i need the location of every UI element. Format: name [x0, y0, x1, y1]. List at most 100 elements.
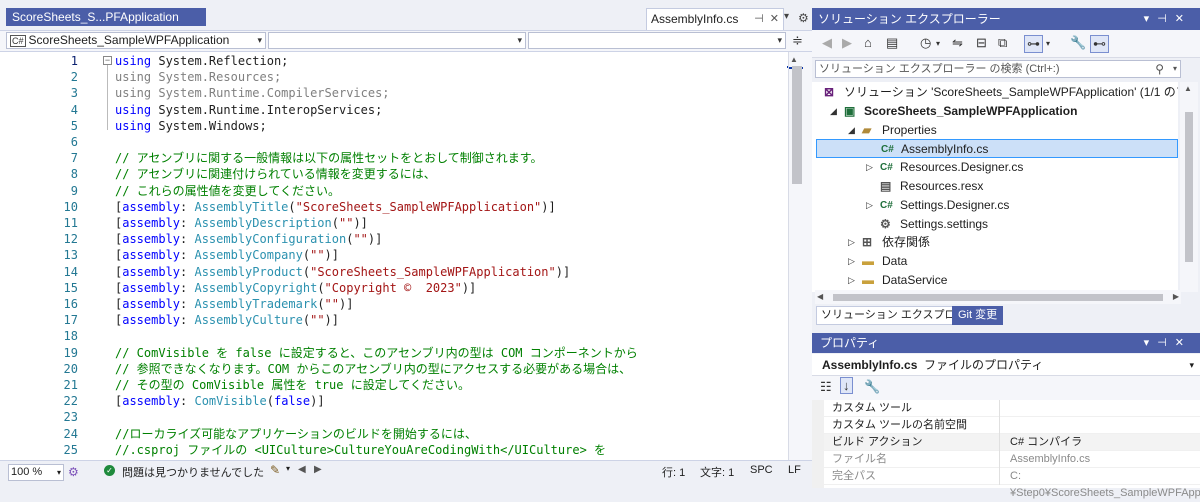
code-line[interactable]: 12 [assembly: AssemblyConfiguration("")]: [0, 231, 788, 247]
forward-icon[interactable]: ▶: [842, 35, 852, 51]
collapsed-arrow-icon[interactable]: ▷: [866, 158, 873, 177]
close-icon[interactable]: ✕: [770, 13, 779, 25]
code-line[interactable]: 20 // 参照できなくなります。COM からこのアセンブリ内の型にアクセスする必…: [0, 361, 788, 377]
pin-icon[interactable]: ⊣: [1157, 337, 1175, 349]
property-value[interactable]: C# コンパイラ: [1010, 434, 1082, 451]
whitespace-indicator[interactable]: SPC: [750, 464, 773, 476]
collapsed-arrow-icon[interactable]: ▷: [848, 252, 855, 271]
wrench-icon[interactable]: 🔧: [864, 379, 880, 395]
solution-tree[interactable]: ⊠ ソリューション 'ScoreSheets_SampleWPFApplicati…: [812, 82, 1178, 292]
code-text[interactable]: [assembly: AssemblyCopyright("Copyright …: [115, 280, 476, 296]
line-indicator[interactable]: 行: 1: [662, 464, 685, 480]
code-line[interactable]: 22 [assembly: ComVisible(false)]: [0, 393, 788, 409]
close-icon[interactable]: ✕: [1175, 13, 1192, 25]
nav-right-icon[interactable]: ▶: [314, 464, 322, 475]
code-text[interactable]: // その型の ComVisible 属性を true に設定してください。: [115, 377, 470, 393]
tree-item[interactable]: ▷ C# Resources.Designer.cs: [812, 158, 1178, 177]
code-line[interactable]: 14 [assembly: AssemblyProduct("ScoreSheet…: [0, 264, 788, 280]
member-dropdown[interactable]: ▾: [528, 32, 786, 49]
code-text[interactable]: //ローカライズ可能なアプリケーションのビルドを開始するには、: [115, 426, 477, 442]
tree-item[interactable]: ⊠ ソリューション 'ScoreSheets_SampleWPFApplicati…: [812, 83, 1178, 102]
code-line[interactable]: 18: [0, 328, 788, 344]
tab-assemblyinfo[interactable]: AssemblyInfo.cs ⊣ ✕: [646, 8, 784, 30]
code-line[interactable]: 9 // これらの属性値を変更してください。: [0, 183, 788, 199]
properties-object-selector[interactable]: AssemblyInfo.cs ファイルのプロパティ ▾: [812, 354, 1200, 376]
code-text[interactable]: [assembly: AssemblyTrademark("")]: [115, 296, 353, 312]
code-text[interactable]: // アセンブリに関連付けられている情報を変更するには、: [115, 166, 436, 182]
property-row[interactable]: カスタム ツール: [824, 400, 1200, 417]
editor-scroll-thumb[interactable]: [792, 66, 802, 184]
property-row[interactable]: ファイル名 AssemblyInfo.cs: [824, 451, 1200, 468]
project-dropdown[interactable]: C# ScoreSheets_SampleWPFApplication ▾: [6, 32, 266, 49]
code-line[interactable]: 6: [0, 134, 788, 150]
split-editor-icon[interactable]: ≑: [792, 33, 803, 49]
code-text[interactable]: // アセンブリに関する一般情報は以下の属性セットをとおして制御されます。: [115, 150, 543, 166]
tree-item[interactable]: ⚙ Settings.settings: [812, 215, 1178, 234]
code-text[interactable]: [assembly: AssemblyProduct("ScoreSheets_…: [115, 264, 570, 280]
code-text[interactable]: [assembly: AssemblyCulture("")]: [115, 312, 339, 328]
tree-item[interactable]: ▷ C# Settings.Designer.cs: [812, 196, 1178, 215]
code-line[interactable]: 2 using System.Resources;: [0, 69, 788, 85]
code-line[interactable]: 16 [assembly: AssemblyTrademark("")]: [0, 296, 788, 312]
back-icon[interactable]: ◀: [822, 35, 832, 51]
search-icon[interactable]: ⚲: [1155, 61, 1164, 77]
code-line[interactable]: 24 //ローカライズ可能なアプリケーションのビルドを開始するには、: [0, 426, 788, 442]
tree-item[interactable]: ◢ ▰ Properties: [812, 121, 1178, 140]
switch-view-icon[interactable]: ▤: [886, 35, 898, 51]
pending-changes-icon[interactable]: ◷: [920, 35, 931, 51]
properties-grid[interactable]: カスタム ツール カスタム ツールの名前空間 ビルド アクション C# コンパイラ ファ…: [812, 400, 1200, 499]
code-text[interactable]: // これらの属性値を変更してください。: [115, 183, 340, 199]
code-text[interactable]: [assembly: AssemblyCompany("")]: [115, 247, 339, 263]
pin-icon[interactable]: ⊣: [1157, 13, 1175, 25]
tree-item[interactable]: ◢ ▣ ScoreSheets_SampleWPFApplication: [812, 102, 1178, 121]
dropdown-icon[interactable]: ▾: [1144, 337, 1158, 349]
tree-item[interactable]: ▷ ▬ DataService: [812, 271, 1178, 290]
collapse-all-icon[interactable]: ⊟: [976, 35, 987, 51]
code-text[interactable]: using System.Runtime.InteropServices;: [115, 102, 382, 118]
code-line[interactable]: 10 [assembly: AssemblyTitle("ScoreSheets_…: [0, 199, 788, 215]
code-line[interactable]: 17 [assembly: AssemblyCulture("")]: [0, 312, 788, 328]
code-text[interactable]: using System.Windows;: [115, 118, 267, 134]
line-ending-indicator[interactable]: LF: [788, 464, 801, 476]
scroll-up-icon[interactable]: ▲: [790, 55, 798, 64]
code-editor[interactable]: − 1 using System.Reflection; 2 using System…: [0, 52, 788, 460]
code-line[interactable]: 23: [0, 409, 788, 425]
code-line[interactable]: 15 [assembly: AssemblyCopyright("Copyrigh…: [0, 280, 788, 296]
tree-vertical-scrollbar[interactable]: ▲: [1180, 82, 1198, 292]
show-all-files-icon[interactable]: ⧉: [998, 35, 1007, 51]
code-text[interactable]: // 参照できなくなります。COM からこのアセンブリ内の型にアクセスする必要が…: [115, 361, 631, 377]
code-text[interactable]: [assembly: ComVisible(false)]: [115, 393, 325, 409]
collapsed-arrow-icon[interactable]: ▷: [848, 271, 855, 290]
dropdown-icon[interactable]: ▾: [1144, 13, 1158, 25]
code-line[interactable]: 13 [assembly: AssemblyCompany("")]: [0, 247, 788, 263]
expanded-arrow-icon[interactable]: ◢: [848, 121, 855, 140]
code-text[interactable]: [assembly: AssemblyDescription("")]: [115, 215, 368, 231]
property-value[interactable]: AssemblyInfo.cs: [1010, 451, 1090, 468]
column-indicator[interactable]: 文字: 1: [700, 464, 734, 480]
solution-search-input[interactable]: ソリューション エクスプローラー の検索 (Ctrl+:) ⚲ ▾: [815, 60, 1181, 78]
nav-left-icon[interactable]: ◀: [298, 464, 306, 475]
tab-overflow-icon[interactable]: ▾: [784, 11, 789, 22]
tree-item[interactable]: C# AssemblyInfo.cs: [816, 139, 1178, 159]
collapsed-arrow-icon[interactable]: ▷: [866, 196, 873, 215]
property-value[interactable]: C:¥Step0¥ScoreSheets_SampleWPFApp: [1010, 468, 1200, 502]
code-line[interactable]: 21 // その型の ComVisible 属性を true に設定してください。: [0, 377, 788, 393]
tab-git-changes[interactable]: Git 変更: [952, 306, 1004, 325]
code-line[interactable]: 1 using System.Reflection;: [0, 53, 788, 69]
wrench-icon[interactable]: 🔧: [1070, 35, 1086, 51]
expanded-arrow-icon[interactable]: ◢: [830, 102, 837, 121]
code-text[interactable]: // ComVisible を false に設定すると、このアセンブリ内の型は…: [115, 345, 638, 361]
code-line[interactable]: 7 // アセンブリに関する一般情報は以下の属性セットをとおして制御されます。: [0, 150, 788, 166]
tree-item[interactable]: ▤ Resources.resx: [812, 177, 1178, 196]
brush-icon[interactable]: ✎: [270, 463, 280, 477]
zoom-dropdown[interactable]: 100 % ▾: [8, 464, 64, 481]
tree-horizontal-scrollbar[interactable]: ◀ ▶: [815, 290, 1181, 304]
property-row[interactable]: ビルド アクション C# コンパイラ: [824, 434, 1200, 451]
code-text[interactable]: using System.Reflection;: [115, 53, 288, 69]
code-line[interactable]: 11 [assembly: AssemblyDescription("")]: [0, 215, 788, 231]
code-text[interactable]: using System.Resources;: [115, 69, 281, 85]
close-icon[interactable]: ✕: [1175, 337, 1192, 349]
pin-icon[interactable]: ⊣: [754, 13, 764, 25]
code-line[interactable]: 19 // ComVisible を false に設定すると、このアセンブリ内の…: [0, 345, 788, 361]
chevron-down-icon[interactable]: ▾: [286, 464, 290, 473]
